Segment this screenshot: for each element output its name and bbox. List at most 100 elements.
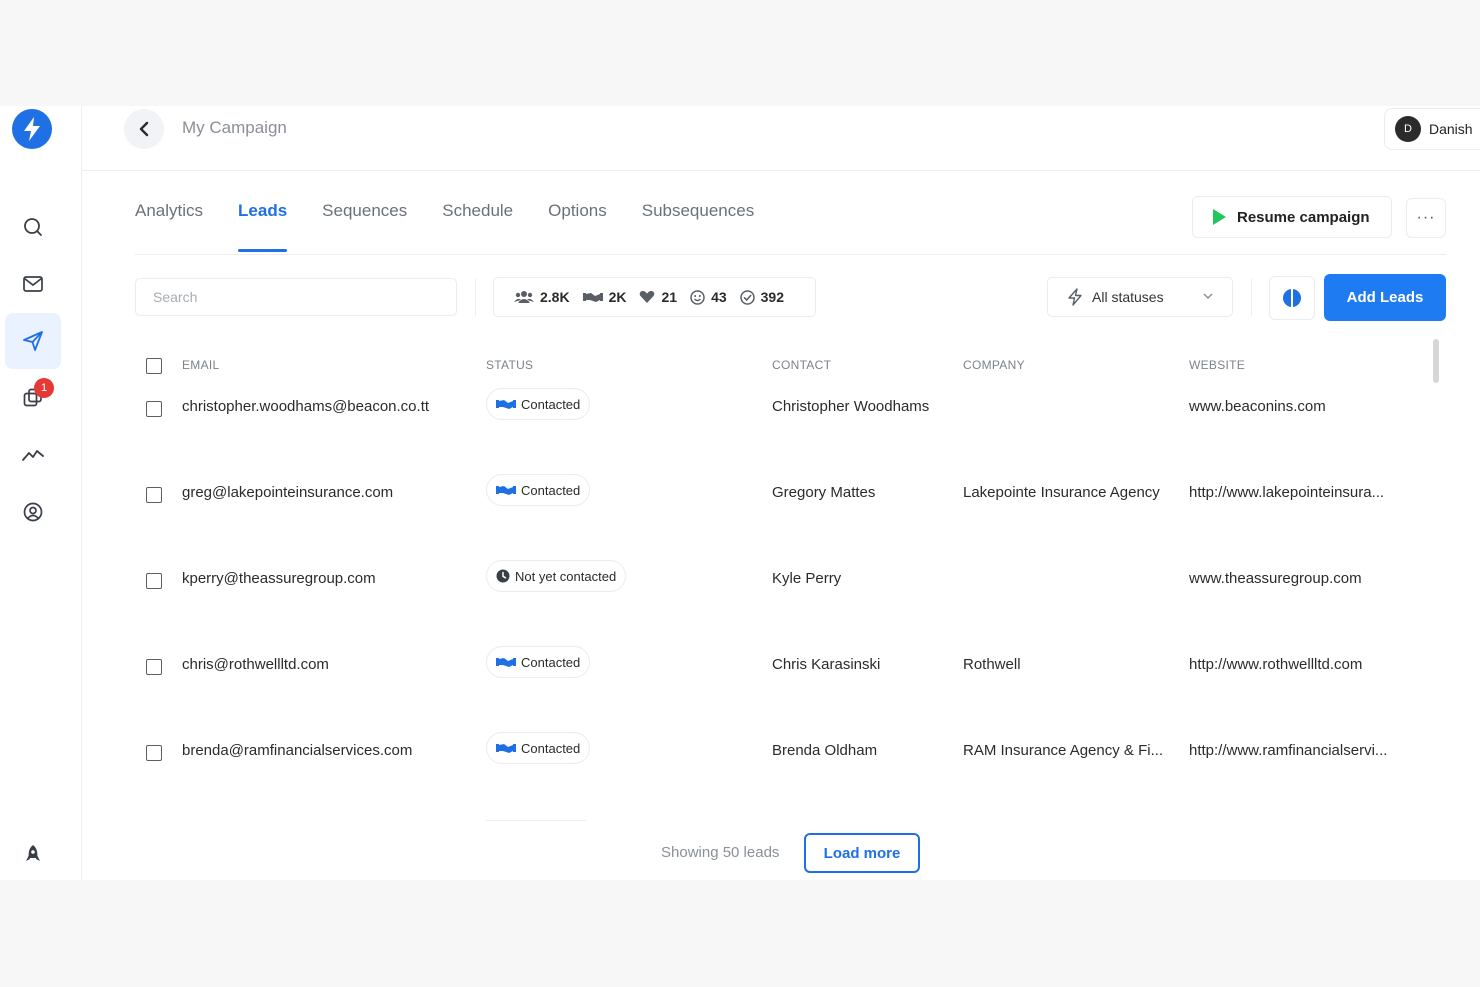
lead-stats-bar: 2.8K 2K 21 43 392: [493, 277, 816, 317]
resume-campaign-button[interactable]: Resume campaign: [1192, 196, 1392, 238]
more-dots-icon: ···: [1416, 209, 1436, 226]
row-checkbox[interactable]: [146, 573, 162, 589]
status-badge[interactable]: Contacted: [486, 388, 591, 420]
column-header-company[interactable]: COMPANY: [963, 358, 1025, 372]
status-badge[interactable]: Not yet contacted: [486, 560, 627, 592]
table-row[interactable]: brenda@ramfinancialservices.com Contacte…: [0, 732, 1480, 782]
logo-bolt-icon[interactable]: [12, 109, 52, 149]
tab-sequences[interactable]: Sequences: [322, 201, 407, 235]
stat-completed-value: 392: [760, 289, 784, 305]
back-button[interactable]: [124, 109, 164, 149]
handshake-icon: [582, 293, 603, 302]
tabs-divider: [135, 254, 1446, 255]
lead-company: Lakepointe Insurance Agency: [963, 484, 1160, 501]
status-label: Contacted: [521, 654, 581, 670]
status-badge[interactable]: Contacted: [486, 474, 591, 506]
load-more-button[interactable]: Load more: [804, 833, 920, 873]
status-badge[interactable]: Contacted: [486, 732, 591, 764]
lead-website[interactable]: http://www.lakepointeinsura...: [1189, 484, 1384, 501]
showing-count: Showing 50 leads: [661, 844, 780, 861]
tab-subsequences[interactable]: Subsequences: [642, 201, 754, 235]
play-icon: [1213, 209, 1226, 225]
app-window: 1 My Campaign D Danish Analytics Leads S…: [0, 106, 1480, 880]
status-label: Contacted: [521, 482, 581, 498]
lead-email: kperry@theassuregroup.com: [182, 570, 376, 587]
table-row[interactable]: kperry@theassuregroup.com Not yet contac…: [0, 560, 1480, 610]
status-filter-select[interactable]: All statuses: [1047, 277, 1233, 317]
handshake-icon: [496, 744, 516, 753]
tab-schedule[interactable]: Schedule: [442, 201, 513, 235]
people-icon: [514, 291, 534, 303]
pie-chart-icon: [1283, 289, 1301, 307]
tab-analytics[interactable]: Analytics: [135, 201, 203, 235]
handshake-icon: [496, 658, 516, 667]
divider: [475, 278, 476, 316]
handshake-icon: [496, 400, 516, 409]
stat-contacted[interactable]: 2K: [582, 289, 627, 305]
stat-interested-value: 21: [661, 289, 678, 305]
stat-completed[interactable]: 392: [739, 289, 784, 305]
column-header-email[interactable]: EMAIL: [182, 358, 220, 372]
stat-total-value: 2.8K: [540, 289, 570, 305]
lead-website[interactable]: http://www.ramfinancialservi...: [1189, 742, 1387, 759]
stat-interested[interactable]: 21: [639, 289, 677, 305]
top-bar: My Campaign D Danish: [82, 106, 1480, 171]
table-row[interactable]: greg@lakepointeinsurance.com Contacted G…: [0, 474, 1480, 524]
tab-options[interactable]: Options: [548, 201, 607, 235]
page-title: My Campaign: [182, 118, 287, 137]
row-checkbox[interactable]: [146, 401, 162, 417]
campaign-tabs: Analytics Leads Sequences Schedule Optio…: [135, 201, 789, 252]
search-icon[interactable]: [16, 210, 50, 244]
add-leads-button[interactable]: Add Leads: [1324, 274, 1446, 321]
tab-leads[interactable]: Leads: [238, 201, 288, 252]
mail-icon[interactable]: [16, 267, 50, 301]
lead-website[interactable]: www.theassuregroup.com: [1189, 570, 1362, 587]
lead-contact: Christopher Woodhams: [772, 398, 930, 415]
status-badge[interactable]: Contacted: [486, 646, 591, 678]
handshake-icon: [496, 486, 516, 495]
row-checkbox[interactable]: [146, 745, 162, 761]
split-view-button[interactable]: [1269, 276, 1315, 320]
stat-replied-value: 43: [711, 289, 727, 305]
table-row[interactable]: christopher.woodhams@beacon.co.tt Contac…: [0, 388, 1480, 438]
row-checkbox[interactable]: [146, 659, 162, 675]
resume-campaign-label: Resume campaign: [1237, 208, 1370, 226]
row-checkbox[interactable]: [146, 487, 162, 503]
lead-email: brenda@ramfinancialservices.com: [182, 742, 413, 759]
status-filter-value: All statuses: [1092, 289, 1164, 305]
lead-contact: Gregory Mattes: [772, 484, 876, 501]
table-row[interactable]: chris@rothwellltd.com Contacted Chris Ka…: [0, 646, 1480, 696]
lead-email: chris@rothwellltd.com: [182, 656, 329, 673]
divider: [1251, 278, 1252, 316]
bolt-outline-icon: [1068, 288, 1082, 306]
notification-badge: 1: [34, 378, 54, 398]
lead-company: Rothwell: [963, 656, 1021, 673]
status-label: Contacted: [521, 740, 581, 756]
stat-replied[interactable]: 43: [690, 289, 727, 305]
clock-filled-icon: [496, 569, 510, 583]
rocket-icon[interactable]: [16, 837, 50, 871]
avatar: D: [1395, 116, 1421, 142]
table-scrollbar[interactable]: [1433, 339, 1439, 383]
lead-company: RAM Insurance Agency & Fi...: [963, 742, 1164, 759]
status-label: Contacted: [521, 396, 581, 412]
stat-total[interactable]: 2.8K: [514, 289, 570, 305]
analytics-trend-icon[interactable]: [16, 438, 50, 472]
lead-contact: Kyle Perry: [772, 570, 842, 587]
more-options-button[interactable]: ···: [1406, 198, 1446, 238]
check-circle-icon: [739, 289, 755, 305]
stat-contacted-value: 2K: [608, 289, 627, 305]
lead-website[interactable]: www.beaconins.com: [1189, 398, 1326, 415]
heart-icon: [640, 290, 655, 303]
column-header-status[interactable]: STATUS: [486, 358, 533, 372]
campaigns-send-icon[interactable]: [5, 313, 61, 369]
status-label: Not yet contacted: [515, 568, 617, 584]
lead-contact: Brenda Oldham: [772, 742, 878, 759]
column-header-website[interactable]: WEBSITE: [1189, 358, 1245, 372]
user-menu[interactable]: D Danish: [1384, 108, 1480, 150]
column-header-contact[interactable]: CONTACT: [772, 358, 831, 372]
lead-contact: Chris Karasinski: [772, 656, 881, 673]
lead-website[interactable]: http://www.rothwellltd.com: [1189, 656, 1362, 673]
search-input[interactable]: [135, 278, 457, 316]
select-all-checkbox[interactable]: [146, 358, 162, 374]
